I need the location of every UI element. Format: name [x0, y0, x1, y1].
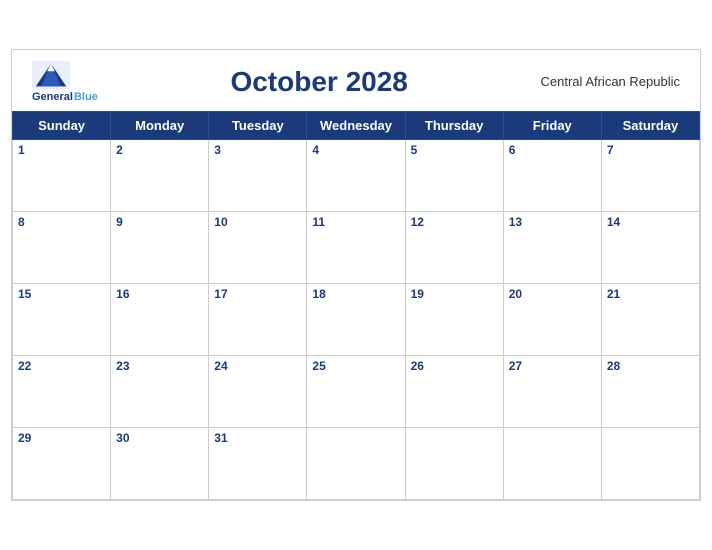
weekday-header-row: Sunday Monday Tuesday Wednesday Thursday…: [13, 112, 700, 140]
day-number: 17: [214, 287, 227, 301]
week-row-5: 29 30 31: [13, 428, 700, 500]
logo-area: General Blue: [32, 60, 98, 103]
calendar-cell: 15: [13, 284, 111, 356]
day-number: 25: [312, 359, 325, 373]
calendar-cell: 20: [503, 284, 601, 356]
day-number: 15: [18, 287, 31, 301]
day-number: 12: [411, 215, 424, 229]
calendar-cell: 3: [209, 140, 307, 212]
calendar-cell: 6: [503, 140, 601, 212]
generalblue-logo: [32, 60, 70, 90]
calendar-cell: 26: [405, 356, 503, 428]
logo-text-general: General: [32, 91, 73, 103]
subtitle-area: Central African Republic: [541, 74, 680, 89]
calendar-cell: [503, 428, 601, 500]
calendar-cell: 17: [209, 284, 307, 356]
day-number: 13: [509, 215, 522, 229]
day-number: 26: [411, 359, 424, 373]
week-row-4: 22 23 24 25 26 27 28: [13, 356, 700, 428]
calendar-cell: 9: [111, 212, 209, 284]
week-row-3: 15 16 17 18 19 20 21: [13, 284, 700, 356]
header-tuesday: Tuesday: [209, 112, 307, 140]
calendar-cell: 1: [13, 140, 111, 212]
calendar-cell: 27: [503, 356, 601, 428]
day-number: 11: [312, 215, 325, 229]
calendar-cell: 30: [111, 428, 209, 500]
day-number: 30: [116, 431, 129, 445]
calendar-cell: 10: [209, 212, 307, 284]
week-row-1: 1 2 3 4 5 6 7: [13, 140, 700, 212]
day-number: 8: [18, 215, 25, 229]
calendar-cell: 31: [209, 428, 307, 500]
calendar-cell: [405, 428, 503, 500]
calendar-cell: 4: [307, 140, 405, 212]
logo-text-blue: Blue: [74, 91, 98, 103]
day-number: 10: [214, 215, 227, 229]
day-number: 6: [509, 143, 516, 157]
day-number: 9: [116, 215, 123, 229]
day-number: 2: [116, 143, 123, 157]
calendar-cell: [307, 428, 405, 500]
calendar-cell: 11: [307, 212, 405, 284]
calendar-cell: 8: [13, 212, 111, 284]
day-number: 18: [312, 287, 325, 301]
day-number: 20: [509, 287, 522, 301]
day-number: 7: [607, 143, 614, 157]
day-number: 24: [214, 359, 227, 373]
day-number: 1: [18, 143, 25, 157]
calendar-container: General Blue October 2028 Central Africa…: [11, 49, 701, 501]
calendar-header: General Blue October 2028 Central Africa…: [12, 50, 700, 111]
day-number: 27: [509, 359, 522, 373]
day-number: 3: [214, 143, 221, 157]
calendar-cell: 22: [13, 356, 111, 428]
day-number: 16: [116, 287, 129, 301]
calendar-subtitle: Central African Republic: [541, 74, 680, 89]
day-number: 28: [607, 359, 620, 373]
week-row-2: 8 9 10 11 12 13 14: [13, 212, 700, 284]
day-number: 4: [312, 143, 319, 157]
calendar-cell: 19: [405, 284, 503, 356]
calendar-cell: 29: [13, 428, 111, 500]
calendar-cell: 25: [307, 356, 405, 428]
day-number: 23: [116, 359, 129, 373]
day-number: 29: [18, 431, 31, 445]
header-saturday: Saturday: [601, 112, 699, 140]
calendar-cell: 5: [405, 140, 503, 212]
calendar-cell: 7: [601, 140, 699, 212]
day-number: 31: [214, 431, 227, 445]
day-number: 21: [607, 287, 620, 301]
header-monday: Monday: [111, 112, 209, 140]
calendar-table: Sunday Monday Tuesday Wednesday Thursday…: [12, 111, 700, 500]
title-area: October 2028: [230, 66, 407, 98]
calendar-cell: 23: [111, 356, 209, 428]
calendar-cell: 24: [209, 356, 307, 428]
day-number: 14: [607, 215, 620, 229]
calendar-cell: 12: [405, 212, 503, 284]
calendar-cell: 16: [111, 284, 209, 356]
calendar-cell: 18: [307, 284, 405, 356]
day-number: 19: [411, 287, 424, 301]
header-friday: Friday: [503, 112, 601, 140]
header-wednesday: Wednesday: [307, 112, 405, 140]
calendar-body: 1234567891011121314151617181920212223242…: [13, 140, 700, 500]
header-thursday: Thursday: [405, 112, 503, 140]
day-number: 5: [411, 143, 418, 157]
calendar-cell: 2: [111, 140, 209, 212]
calendar-cell: 28: [601, 356, 699, 428]
calendar-cell: 13: [503, 212, 601, 284]
calendar-cell: 21: [601, 284, 699, 356]
day-number: 22: [18, 359, 31, 373]
calendar-cell: 14: [601, 212, 699, 284]
calendar-title: October 2028: [230, 66, 407, 97]
header-sunday: Sunday: [13, 112, 111, 140]
calendar-cell: [601, 428, 699, 500]
